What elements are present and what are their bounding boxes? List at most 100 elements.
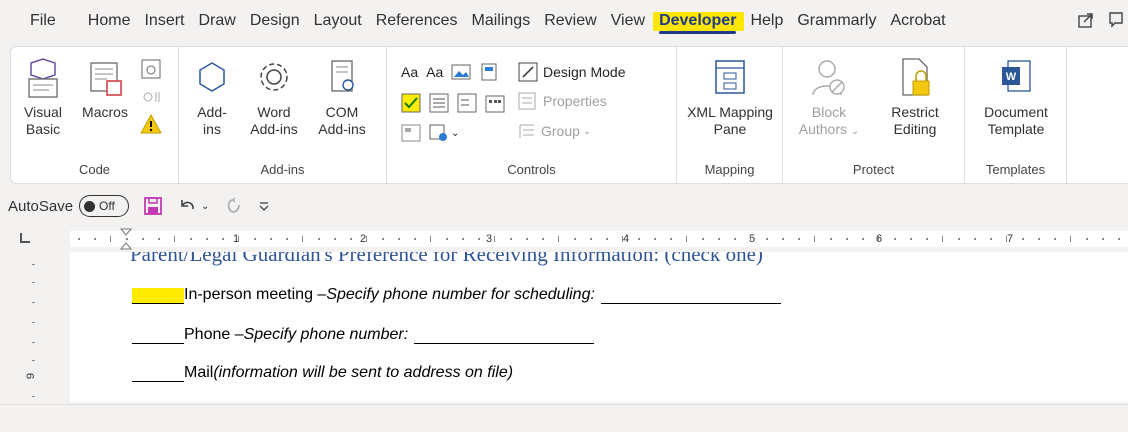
ruler-tick <box>190 238 192 240</box>
picture-control-icon[interactable] <box>451 63 471 81</box>
document-template-button[interactable]: W Document Template <box>969 57 1063 138</box>
word-addins-button[interactable]: Word Add-ins <box>241 57 307 138</box>
ruler-tick <box>254 238 256 240</box>
tab-view[interactable]: View <box>611 11 645 31</box>
tab-file[interactable]: File <box>30 11 56 31</box>
group-button[interactable]: Group ⌄ <box>517 121 591 141</box>
properties-icon <box>518 92 536 110</box>
pause-recording-icon <box>143 92 160 102</box>
macros-button[interactable]: Macros <box>77 57 133 121</box>
xml-mapping-icon <box>715 60 745 94</box>
block-authors-button[interactable]: Block Authors ⌄ <box>791 57 867 140</box>
ruler-tick <box>750 236 751 242</box>
properties-button[interactable]: Properties <box>517 91 607 111</box>
com-addins-button[interactable]: COM Add-ins <box>309 57 375 138</box>
restrict-editing-label-2: Editing <box>893 121 937 137</box>
group-label: Group <box>541 123 580 139</box>
ruler-tick <box>878 236 879 242</box>
ruler-tick <box>702 238 704 240</box>
gear-icon <box>260 63 288 91</box>
tab-selector[interactable] <box>20 233 30 243</box>
group-code-label: Code <box>78 162 111 177</box>
legacy-tools-icon[interactable] <box>401 123 421 143</box>
undo-button[interactable]: ⌄ <box>177 196 209 216</box>
visual-basic-button[interactable]: Visual Basic <box>15 57 71 138</box>
rich-text-control[interactable]: Aa <box>401 64 418 80</box>
redo-button[interactable] <box>223 196 243 216</box>
option-in-person[interactable]: In-person meeting – Specify phone number… <box>132 286 781 304</box>
check-blank[interactable] <box>132 328 184 344</box>
tab-developer[interactable]: Developer <box>653 11 745 34</box>
checkbox-control-icon[interactable] <box>401 93 421 113</box>
tab-draw[interactable]: Draw <box>198 11 235 31</box>
restrict-editing-button[interactable]: Restrict Editing <box>875 57 955 138</box>
option-mail[interactable]: Mail (information will be sent to addres… <box>132 364 513 382</box>
xml-mapping-pane-button[interactable]: XML Mapping Pane <box>679 57 781 138</box>
tab-home[interactable]: Home <box>88 11 131 31</box>
option-instruction: Specify phone number for scheduling: <box>326 286 595 303</box>
save-button[interactable] <box>143 196 163 216</box>
chevron-down-icon[interactable]: ⌄ <box>201 201 209 212</box>
tab-references[interactable]: References <box>376 11 458 31</box>
ruler-tick <box>158 238 160 240</box>
answer-blank[interactable] <box>600 288 781 304</box>
building-block-control-icon[interactable] <box>479 63 499 81</box>
block-authors-label-2: Authors ⌄ <box>798 121 860 137</box>
share-icon[interactable] <box>1076 10 1096 30</box>
ruler-tick <box>926 238 928 240</box>
ribbon: Visual Basic Macros Code Add- ins Word A… <box>10 46 1128 184</box>
autosave-toggle[interactable]: Off <box>79 195 130 217</box>
option-phone[interactable]: Phone – Specify phone number: <box>132 326 595 344</box>
visual-basic-icon <box>28 58 58 98</box>
ruler-tick <box>670 238 672 240</box>
word-addins-label-1: Word <box>257 104 291 120</box>
chevron-down-icon[interactable]: ⌄ <box>451 128 459 139</box>
com-addins-icon <box>331 60 354 92</box>
tab-review[interactable]: Review <box>544 11 596 31</box>
tab-grammarly[interactable]: Grammarly <box>797 11 876 31</box>
vertical-ruler: 9 <box>25 252 40 424</box>
repeating-section-icon[interactable] <box>429 123 449 143</box>
tab-acrobat[interactable]: Acrobat <box>890 11 945 31</box>
addins-button[interactable]: Add- ins <box>187 57 237 138</box>
highlighted-blank[interactable] <box>132 288 184 304</box>
ruler-tick <box>366 236 367 242</box>
plain-text-control[interactable]: Aa <box>426 64 443 80</box>
ruler-tick <box>974 238 976 240</box>
lock-document-icon <box>902 58 930 96</box>
tab-layout[interactable]: Layout <box>314 11 362 31</box>
status-bar <box>0 404 1128 432</box>
document-page[interactable]: Parent/Legal Guardian's Preference for R… <box>70 252 1128 402</box>
ruler-tick <box>558 236 559 242</box>
answer-blank[interactable] <box>414 328 595 344</box>
tab-insert[interactable]: Insert <box>144 11 184 31</box>
ruler-tick <box>622 236 623 242</box>
tab-design[interactable]: Design <box>250 11 300 31</box>
ruler-tick <box>1038 238 1040 240</box>
chevron-down-icon: ⌄ <box>850 126 860 137</box>
macro-security-icon[interactable] <box>139 113 163 135</box>
document-template-label-1: Document <box>984 104 1048 120</box>
ruler-tick <box>270 238 272 240</box>
option-label: Phone – <box>184 326 244 343</box>
comments-icon[interactable] <box>1108 10 1128 30</box>
horizontal-ruler[interactable]: 1 2 3 4 5 6 7 <box>70 228 1128 250</box>
visual-basic-label-1: Visual <box>24 104 62 120</box>
record-macro-icon[interactable] <box>139 57 163 81</box>
tab-help[interactable]: Help <box>750 11 783 31</box>
ruler-tick <box>862 238 864 240</box>
ruler-tick <box>238 236 239 242</box>
design-mode-button[interactable]: Design Mode <box>517 61 626 83</box>
date-picker-control-icon[interactable] <box>485 93 505 113</box>
ruler-tick <box>206 238 208 240</box>
ruler-tick <box>830 238 832 240</box>
ruler-tick <box>286 238 288 240</box>
check-blank[interactable] <box>132 366 184 382</box>
combo-box-control-icon[interactable] <box>429 93 449 113</box>
tab-mailings[interactable]: Mailings <box>472 11 531 31</box>
ruler-tick <box>78 238 80 240</box>
group-icon <box>519 124 534 138</box>
dropdown-list-control-icon[interactable] <box>457 93 477 113</box>
ruler-tick <box>894 238 896 240</box>
customize-toolbar-button[interactable] <box>257 199 271 213</box>
